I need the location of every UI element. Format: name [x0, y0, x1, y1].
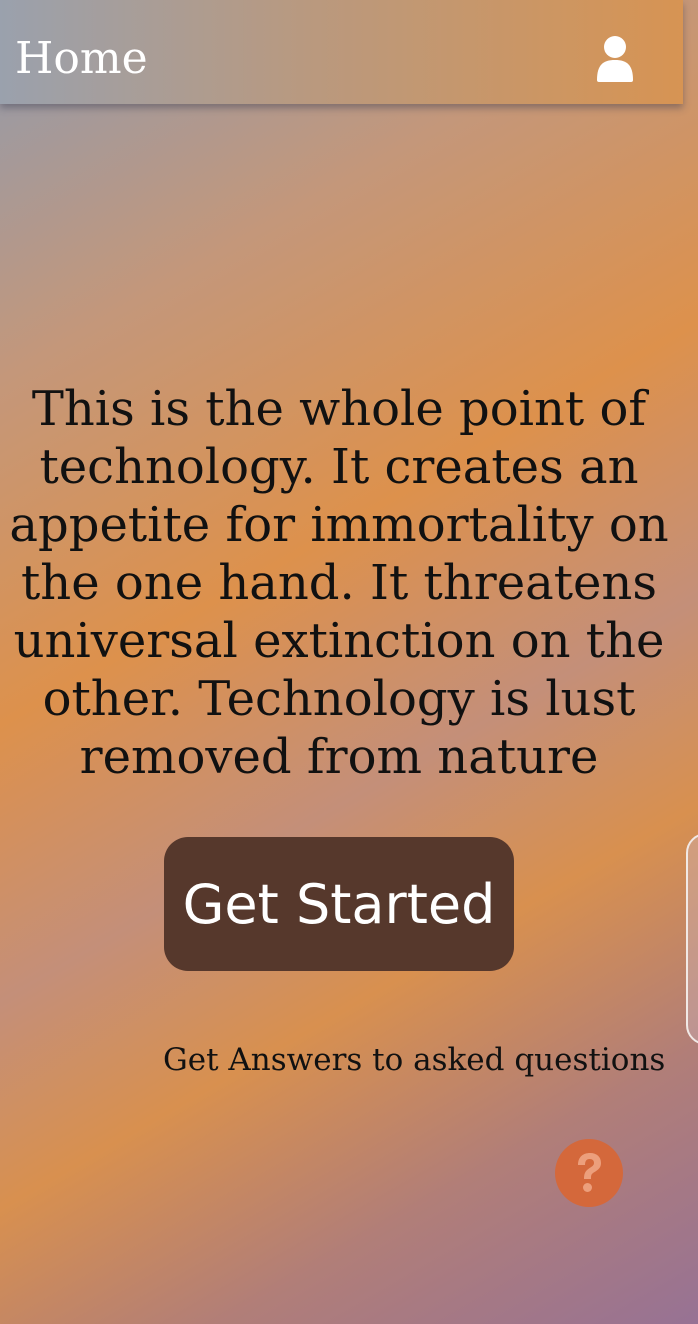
- question-circle-icon[interactable]: [555, 1139, 623, 1207]
- quote-text: This is the whole point of technology. I…: [9, 381, 669, 785]
- get-started-button[interactable]: Get Started: [164, 837, 514, 971]
- user-icon[interactable]: [594, 34, 636, 82]
- side-drawer-handle[interactable]: [686, 833, 698, 1045]
- page-title: Home: [15, 33, 148, 84]
- faq-link[interactable]: Get Answers to asked questions: [163, 1040, 665, 1080]
- top-app-bar: Home: [0, 0, 683, 104]
